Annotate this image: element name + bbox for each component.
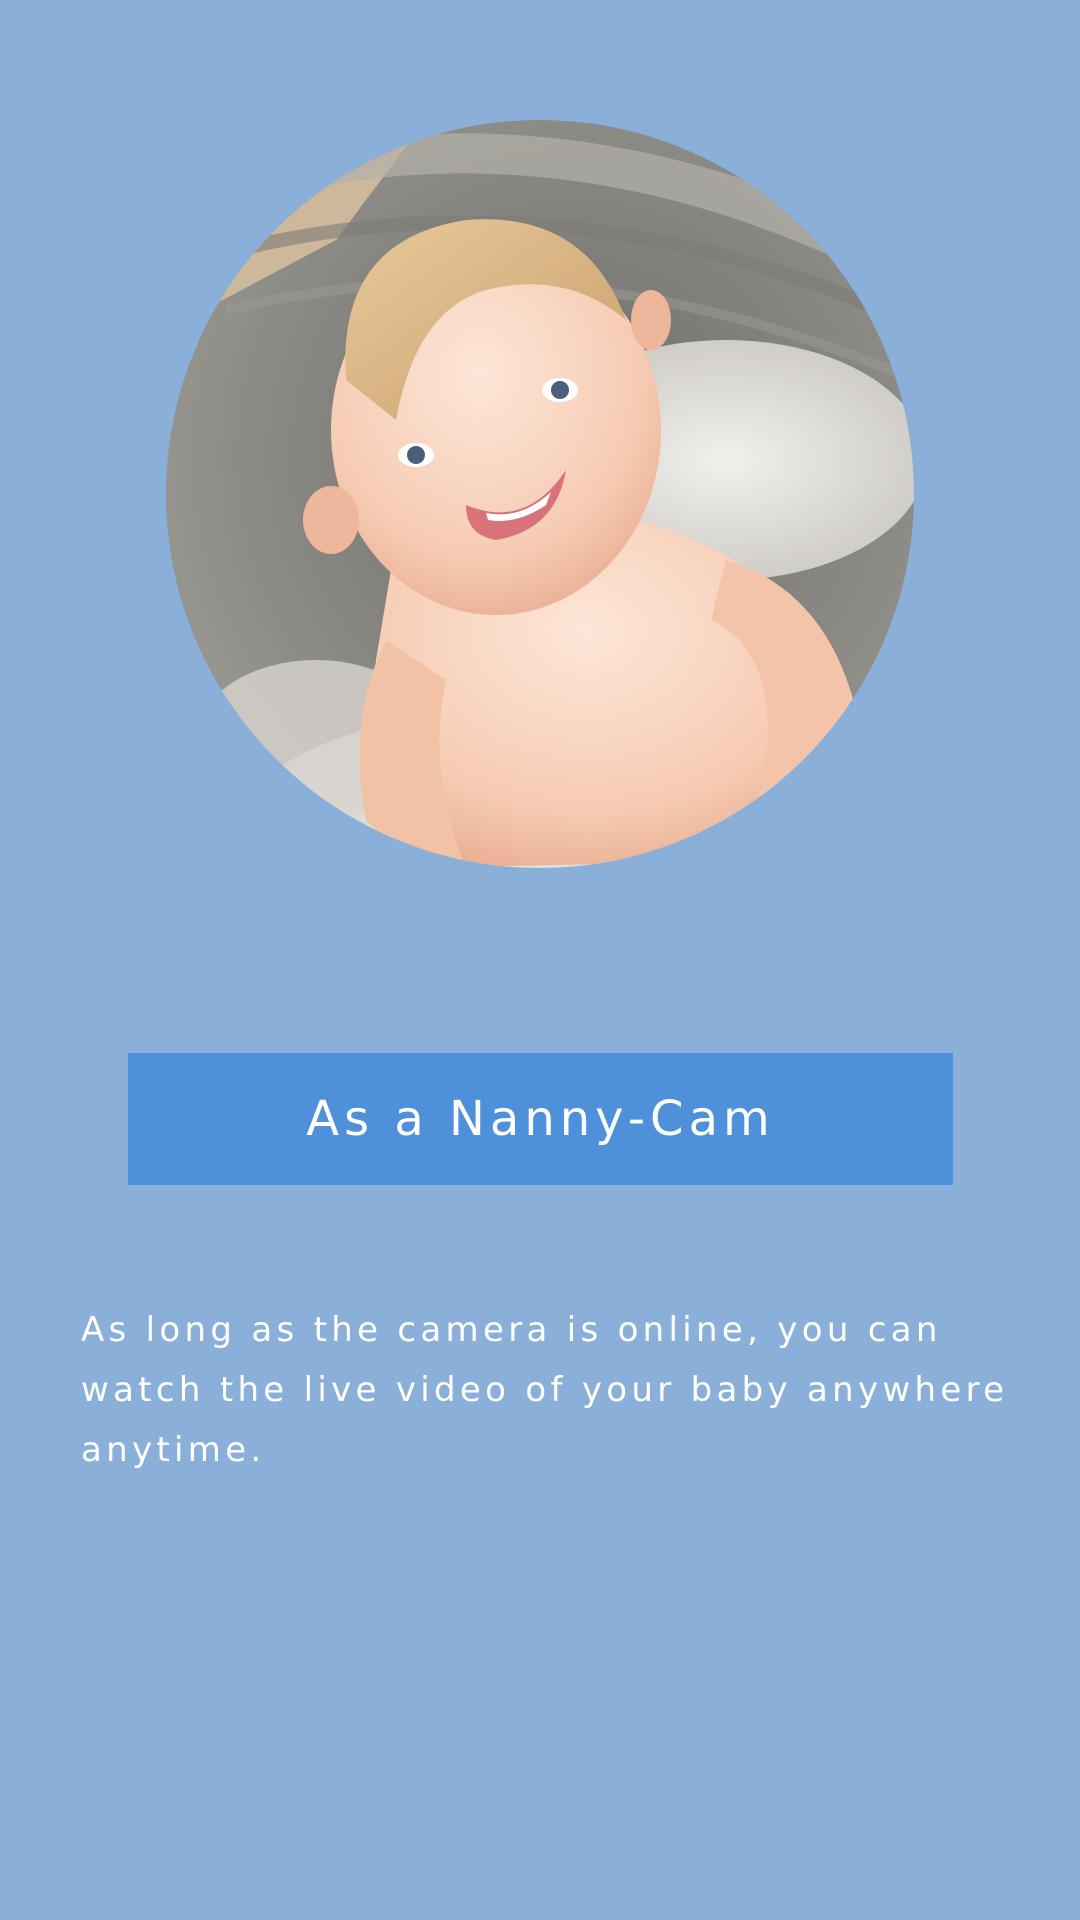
title-banner: As a Nanny-Cam — [128, 1053, 953, 1185]
baby-bath-photo — [166, 120, 914, 868]
hero-photo — [166, 120, 914, 868]
feature-description: As long as the camera is online, you can… — [81, 1310, 1009, 1470]
page-title: As a Nanny-Cam — [306, 1091, 775, 1147]
